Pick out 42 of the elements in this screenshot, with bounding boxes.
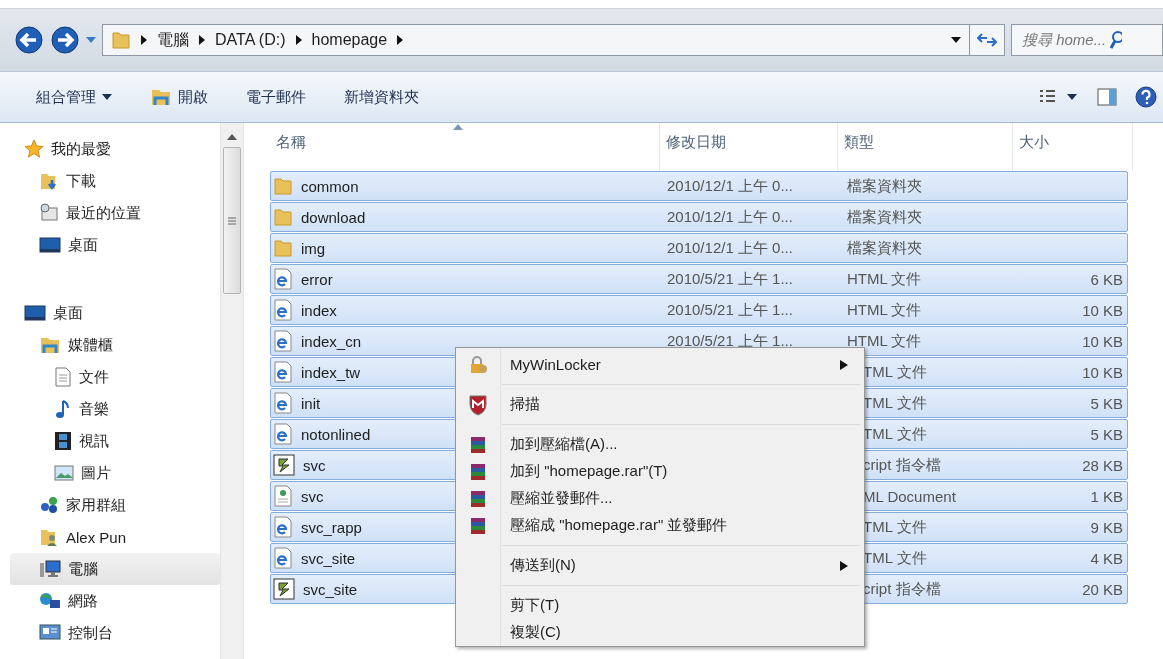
file-type: 檔案資料夾: [846, 176, 923, 196]
file-type: TML 文件: [862, 424, 928, 444]
modified-date: 2010/12/1 上午 0...: [666, 207, 794, 227]
file-name: error: [301, 270, 333, 288]
file-size: 10 KB: [1081, 363, 1124, 381]
file-name: notonlined: [301, 425, 371, 443]
file-type: HTML 文件: [846, 331, 923, 351]
file-type: TML 文件: [862, 393, 928, 413]
file-name: img: [301, 239, 326, 257]
file-size: 5 KB: [1089, 394, 1124, 412]
file-name: svc: [301, 487, 324, 505]
file-name: common: [301, 177, 359, 195]
file-name: index: [301, 301, 337, 319]
file-name: svc_site: [301, 549, 356, 567]
file-size: 10 KB: [1081, 301, 1124, 319]
modified-date: 2010/12/1 上午 0...: [666, 176, 794, 196]
file-type: HTML 文件: [846, 300, 923, 320]
file-name: svc_rapp: [301, 518, 362, 536]
file-type: TML 文件: [862, 517, 928, 537]
file-type: 檔案資料夾: [846, 207, 923, 227]
modified-date: 2010/5/21 上午 1...: [666, 331, 794, 351]
modified-date: 2010/5/21 上午 1...: [666, 269, 794, 289]
file-name: index_tw: [301, 363, 361, 381]
file-size: 10 KB: [1081, 332, 1124, 350]
file-type: 檔案資料夾: [846, 238, 923, 258]
file-size: 28 KB: [1081, 456, 1124, 474]
file-size: 4 KB: [1089, 549, 1124, 567]
file-size: 20 KB: [1081, 580, 1124, 598]
file-name: download: [301, 208, 366, 226]
file-name: svc: [303, 456, 326, 474]
file-size: 5 KB: [1089, 425, 1124, 443]
file-name: svc_site: [303, 580, 358, 598]
file-size: 9 KB: [1089, 518, 1124, 536]
file-type: TML 文件: [862, 362, 928, 382]
modified-date: 2010/12/1 上午 0...: [666, 238, 794, 258]
file-type: HTML 文件: [846, 269, 923, 289]
file-size: 1 KB: [1089, 487, 1124, 505]
file-type: TML 文件: [862, 548, 928, 568]
modified-date: 2010/5/21 上午 1...: [666, 300, 794, 320]
file-name: init: [301, 394, 321, 412]
file-size: 6 KB: [1089, 270, 1124, 288]
file-name: index_cn: [301, 332, 362, 350]
